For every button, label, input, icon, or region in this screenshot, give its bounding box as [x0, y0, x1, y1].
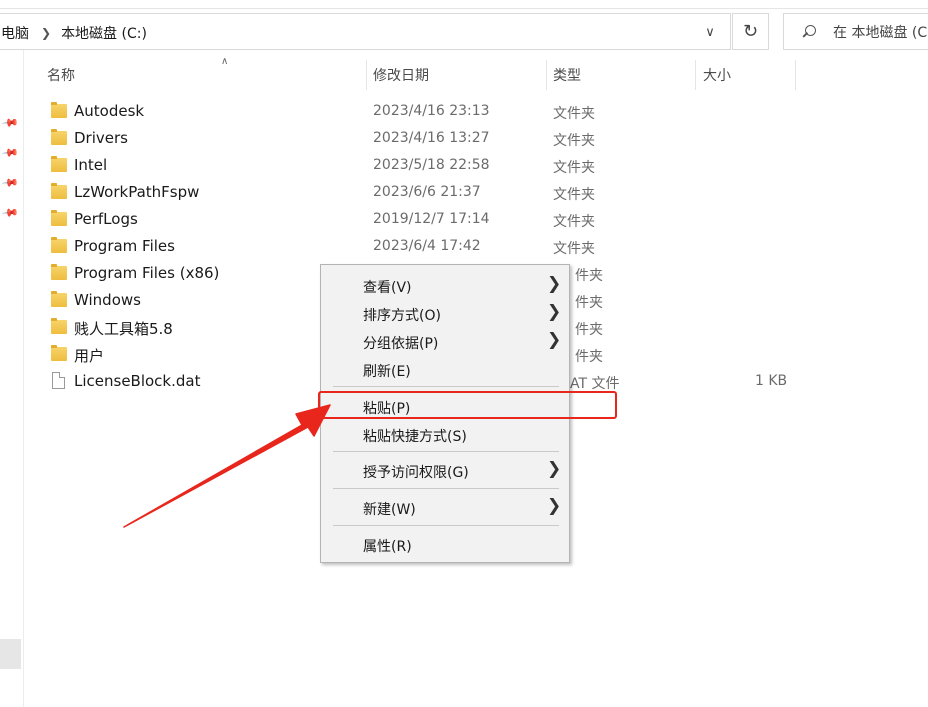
column-header-name[interactable]: 名称 — [47, 60, 75, 90]
refresh-icon[interactable]: ↻ — [732, 13, 769, 50]
folder-icon — [51, 102, 67, 118]
column-divider[interactable] — [546, 60, 547, 90]
window-top-border — [0, 8, 928, 9]
file-type: 文件夹 — [553, 106, 595, 122]
file-name: Intel — [74, 156, 108, 174]
column-divider[interactable] — [366, 60, 367, 90]
nav-selected-item[interactable] — [0, 639, 21, 669]
file-type: 件夹 — [575, 295, 603, 311]
file-icon — [52, 372, 65, 389]
folder-icon — [51, 210, 67, 226]
menu-item-label: 授予访问权限(G) — [363, 465, 469, 481]
folder-icon — [51, 156, 67, 172]
folder-icon — [51, 264, 67, 280]
menu-item-paste-shortcut[interactable]: 粘贴快捷方式(S) — [321, 420, 569, 448]
file-row[interactable]: Drivers 2023/4/16 13:27 文件夹 — [0, 126, 800, 153]
file-name: LicenseBlock.dat — [74, 372, 201, 390]
sort-ascending-icon: ∧ — [221, 56, 229, 67]
file-date: 2019/12/7 17:14 — [373, 211, 490, 227]
menu-item-view[interactable]: 查看(V) ❯ — [321, 271, 569, 299]
folder-icon — [51, 237, 67, 253]
menu-item-label: 刷新(E) — [363, 364, 411, 380]
column-header-modified[interactable]: 修改日期 — [373, 60, 429, 90]
menu-item-label: 分组依据(P) — [363, 336, 439, 352]
file-name: 贱人工具箱5.8 — [74, 320, 173, 338]
menu-separator — [333, 488, 559, 489]
file-name: Program Files — [74, 237, 175, 255]
menu-separator — [333, 386, 559, 387]
chevron-right-icon: ❯ — [547, 330, 562, 350]
column-header-type[interactable]: 类型 — [553, 60, 581, 90]
menu-separator — [333, 451, 559, 452]
file-type: 件夹 — [575, 322, 603, 338]
file-row[interactable]: PerfLogs 2019/12/7 17:14 文件夹 — [0, 207, 800, 234]
menu-item-new[interactable]: 新建(W) ❯ — [321, 493, 569, 521]
folder-icon — [51, 129, 67, 145]
menu-item-label: 粘贴快捷方式(S) — [363, 429, 467, 445]
column-divider[interactable] — [695, 60, 696, 90]
menu-item-label: 排序方式(O) — [363, 308, 441, 324]
file-type: 文件夹 — [553, 133, 595, 149]
file-date: 2023/4/16 23:13 — [373, 103, 490, 119]
file-type: 文件夹 — [553, 214, 595, 230]
menu-item-refresh[interactable]: 刷新(E) — [321, 355, 569, 383]
file-type: 件夹 — [575, 349, 603, 365]
chevron-right-icon: ❯ — [547, 459, 562, 479]
breadcrumb-local-disk[interactable]: 本地磁盘 (C:) — [61, 23, 147, 43]
file-name: LzWorkPathFspw — [74, 183, 200, 201]
file-size: 1 KB — [755, 373, 788, 389]
file-date: 2023/6/4 17:42 — [373, 238, 481, 254]
column-header: ∧ 名称 修改日期 类型 大小 — [23, 56, 813, 90]
breadcrumb-this-pc[interactable]: 电脑 — [1, 23, 29, 43]
file-row[interactable]: Intel 2023/5/18 22:58 文件夹 — [0, 153, 800, 180]
file-type: 文件夹 — [553, 241, 595, 257]
chevron-right-icon[interactable]: ❯ — [41, 26, 51, 40]
address-bar[interactable]: 电脑 ❯ 本地磁盘 (C:) ∨ — [0, 13, 731, 50]
column-divider[interactable] — [795, 60, 796, 90]
file-row[interactable]: Program Files 2023/6/4 17:42 文件夹 — [0, 234, 800, 261]
file-type: AT 文件 — [570, 376, 620, 392]
file-row[interactable]: LzWorkPathFspw 2023/6/6 21:37 文件夹 — [0, 180, 800, 207]
file-name: Program Files (x86) — [74, 264, 220, 282]
annotation-highlight-box — [318, 391, 617, 419]
file-date: 2023/5/18 22:58 — [373, 157, 490, 173]
menu-item-label: 查看(V) — [363, 280, 412, 296]
file-name: 用户 — [74, 347, 105, 365]
file-type: 文件夹 — [553, 187, 595, 203]
menu-separator — [333, 525, 559, 526]
menu-item-give-access[interactable]: 授予访问权限(G) ❯ — [321, 456, 569, 484]
file-name: Windows — [74, 291, 141, 309]
chevron-down-icon[interactable]: ∨ — [692, 14, 728, 51]
folder-icon — [51, 318, 67, 334]
chevron-right-icon: ❯ — [547, 496, 562, 516]
folder-icon — [51, 183, 67, 199]
search-input[interactable]: 在 本地磁盘 (C — [833, 22, 927, 42]
menu-item-label: 属性(R) — [363, 539, 412, 555]
file-name: Autodesk — [74, 102, 145, 120]
folder-icon — [51, 291, 67, 307]
file-name: PerfLogs — [74, 210, 138, 228]
search-icon — [802, 24, 816, 39]
menu-item-label: 新建(W) — [363, 502, 416, 518]
file-row[interactable]: Autodesk 2023/4/16 23:13 文件夹 — [0, 99, 800, 126]
folder-icon — [51, 345, 67, 361]
menu-item-properties[interactable]: 属性(R) — [321, 530, 569, 558]
column-header-size[interactable]: 大小 — [703, 60, 731, 90]
file-date: 2023/4/16 13:27 — [373, 130, 490, 146]
menu-item-sort-by[interactable]: 排序方式(O) ❯ — [321, 299, 569, 327]
menu-item-group-by[interactable]: 分组依据(P) ❯ — [321, 327, 569, 355]
file-type: 件夹 — [575, 268, 603, 284]
search-box[interactable]: 在 本地磁盘 (C — [783, 13, 928, 50]
chevron-right-icon: ❯ — [547, 274, 562, 294]
file-date: 2023/6/6 21:37 — [373, 184, 481, 200]
breadcrumb: 电脑 ❯ 本地磁盘 (C:) — [1, 14, 147, 51]
file-name: Drivers — [74, 129, 128, 147]
chevron-right-icon: ❯ — [547, 302, 562, 322]
file-type: 文件夹 — [553, 160, 595, 176]
